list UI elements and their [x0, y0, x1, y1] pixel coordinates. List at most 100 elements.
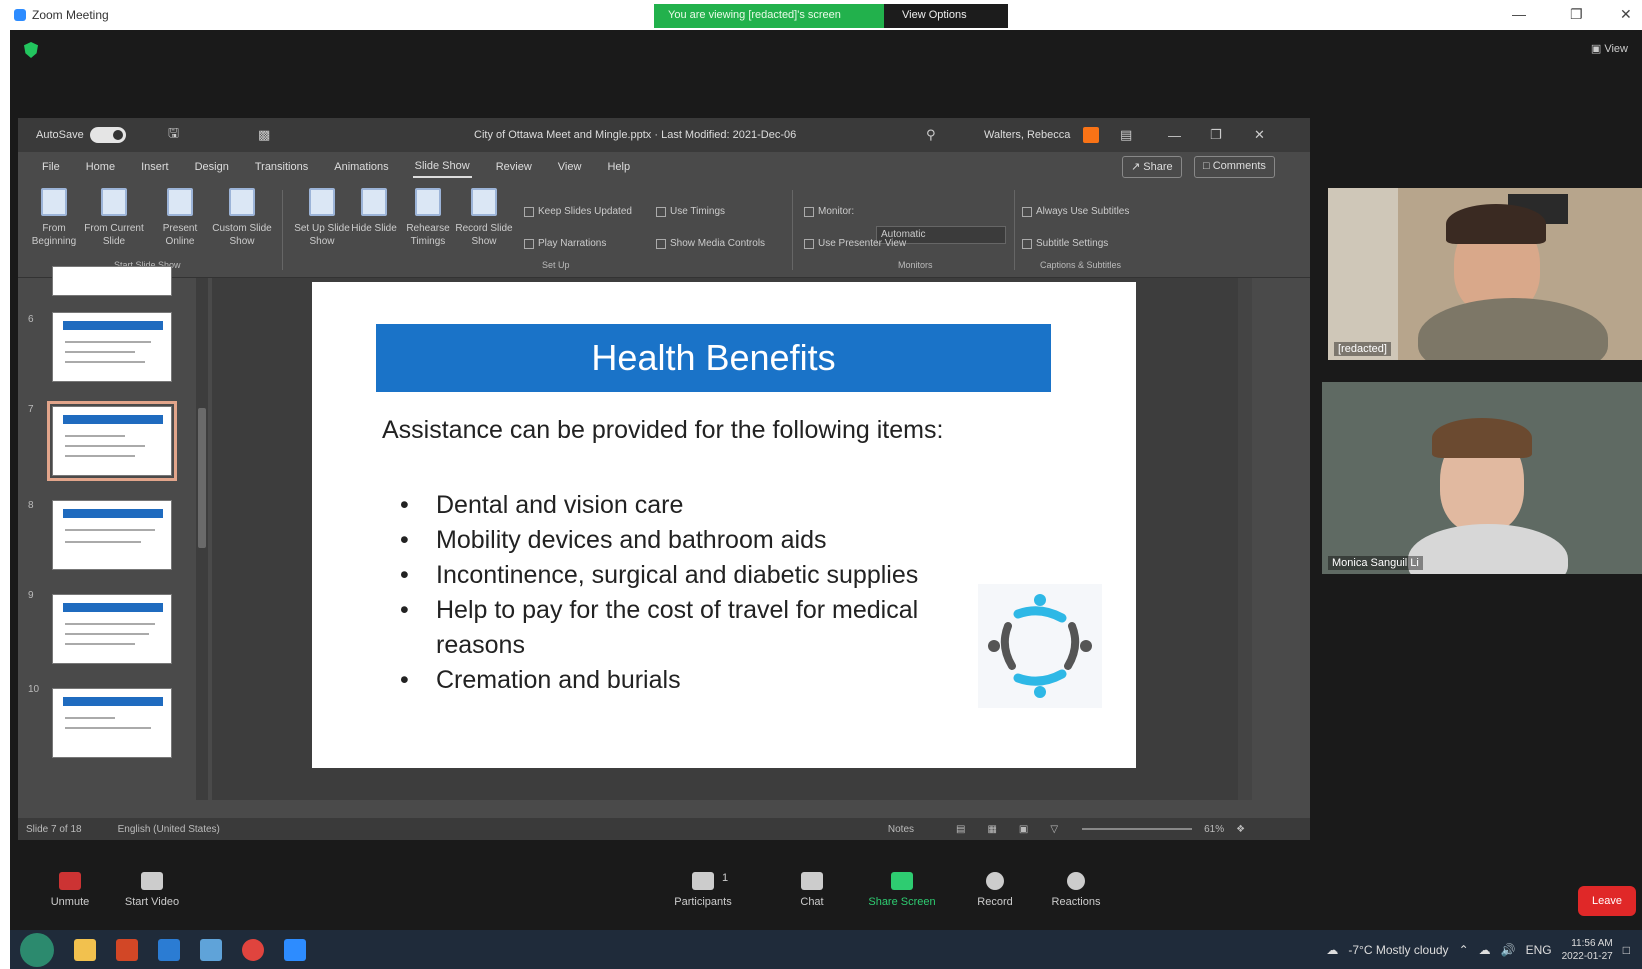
restore-icon[interactable]: ❐ — [1570, 6, 1583, 23]
avatar[interactable] — [1083, 127, 1099, 143]
view-button[interactable]: ▣ View — [1591, 42, 1628, 55]
clock-date: 2022-01-27 — [1561, 950, 1613, 962]
weather-status[interactable]: -7°C Mostly cloudy — [1348, 943, 1448, 957]
subtitle-settings-dropdown[interactable]: Subtitle Settings — [1022, 238, 1108, 249]
status-bar: Slide 7 of 18 English (United States) No… — [18, 818, 1310, 840]
zoom-slider[interactable] — [1082, 828, 1193, 830]
record-button[interactable]: Record — [970, 872, 1020, 908]
from-beginning-button[interactable]: From Beginning — [24, 188, 84, 248]
presenter-view-checkbox[interactable]: Use Presenter View — [804, 238, 906, 249]
subtitle-settings-label: Subtitle Settings — [1036, 238, 1109, 249]
start-video-button[interactable]: Start Video — [112, 872, 192, 908]
language-indicator[interactable]: ENG — [1526, 943, 1552, 957]
tab-insert[interactable]: Insert — [139, 157, 171, 177]
zoom-taskbar-icon[interactable] — [284, 938, 306, 961]
tab-transitions[interactable]: Transitions — [253, 157, 310, 177]
record-slide-show-button[interactable]: Record Slide Show — [454, 188, 514, 248]
participants-button[interactable]: Participants — [666, 872, 740, 908]
fit-slide-icon[interactable]: ❖ — [1236, 824, 1245, 835]
slide-thumbnail-selected[interactable] — [47, 401, 177, 481]
save-icon[interactable]: 🖫 — [168, 124, 179, 146]
reading-view-icon[interactable]: ▣ — [1019, 824, 1028, 835]
slide-thumbnail[interactable] — [52, 594, 172, 664]
play-narrations-checkbox[interactable]: Play Narrations — [524, 238, 606, 249]
keep-slides-updated-checkbox[interactable]: Keep Slides Updated — [524, 206, 632, 217]
participant-video[interactable]: Monica Sanguil Li — [1322, 382, 1642, 574]
from-current-slide-button[interactable]: From Current Slide — [84, 188, 144, 248]
outlook-icon[interactable] — [158, 938, 180, 961]
powerpoint-icon[interactable] — [116, 938, 138, 961]
scrollbar-thumb[interactable] — [198, 408, 206, 548]
user-name[interactable]: Walters, Rebecca — [984, 129, 1070, 141]
current-slide[interactable]: Health Benefits Assistance can be provid… — [312, 282, 1136, 768]
file-explorer-icon[interactable] — [74, 938, 96, 961]
slide-thumbnail[interactable] — [52, 312, 172, 382]
comments-button-label: Comments — [1212, 160, 1266, 172]
view-options-button[interactable]: View Options — [884, 4, 1008, 28]
people-circle-logo — [978, 584, 1102, 708]
tab-home[interactable]: Home — [84, 157, 117, 177]
language-status[interactable]: English (United States) — [118, 824, 220, 835]
notes-button[interactable]: Notes — [888, 824, 914, 835]
comments-button[interactable]: □ Comments — [1194, 156, 1275, 178]
always-use-subtitles-checkbox[interactable]: Always Use Subtitles — [1022, 206, 1129, 217]
ppt-minimize-icon[interactable]: — — [1168, 128, 1181, 143]
start-icon[interactable] — [20, 932, 54, 967]
thumbnail-text-line — [65, 541, 141, 543]
volume-icon[interactable]: 🔊 — [1501, 943, 1516, 957]
clock[interactable]: 11:56 AM 2022-01-27 — [1562, 937, 1613, 963]
checkbox-box — [656, 238, 666, 249]
network-icon[interactable]: ☁ — [1479, 943, 1491, 957]
tab-slide-show[interactable]: Slide Show — [412, 156, 472, 178]
tab-review[interactable]: Review — [494, 157, 534, 177]
slide-thumbnail[interactable] — [52, 688, 172, 758]
thumbnails-scrollbar[interactable] — [196, 278, 208, 800]
share-screen-button[interactable]: Share Screen — [862, 872, 942, 908]
slideshow-view-icon[interactable]: ▽ — [1050, 824, 1058, 835]
ppt-close-icon[interactable]: ✕ — [1254, 127, 1265, 143]
set-up-slide-show-button[interactable]: Set Up Slide Show — [292, 188, 352, 248]
slide-thumbnails-panel: 6 7 8 9 10 — [18, 266, 212, 800]
normal-view-icon[interactable]: ▤ — [956, 824, 965, 835]
slide-thumbnail[interactable] — [52, 266, 172, 296]
participants-label: Participants — [674, 896, 732, 908]
ribbon-tabs: File Home Insert Design Transitions Anim… — [18, 152, 1310, 182]
hide-slide-button[interactable]: Hide Slide — [344, 188, 404, 235]
share-screen-icon — [891, 872, 913, 890]
leave-button[interactable]: Leave — [1578, 886, 1636, 916]
reactions-button[interactable]: Reactions — [1046, 872, 1106, 908]
chat-button[interactable]: Chat — [790, 872, 834, 908]
notifications-icon[interactable]: □ — [1623, 943, 1630, 957]
rehearse-timings-button[interactable]: Rehearse Timings — [398, 188, 458, 248]
present-icon[interactable]: ▩ — [258, 127, 270, 143]
checkbox-box — [524, 238, 534, 249]
document-name[interactable]: City of Ottawa Meet and Mingle.pptx · La… — [474, 129, 796, 141]
security-shield-icon[interactable] — [24, 42, 38, 58]
slide-scrollbar[interactable] — [1238, 278, 1252, 800]
unmute-button[interactable]: Unmute — [40, 872, 100, 908]
autosave-toggle[interactable] — [89, 127, 126, 143]
chevron-up-icon[interactable]: ⌃ — [1459, 943, 1469, 957]
participant-video[interactable]: [redacted] — [1328, 188, 1642, 360]
tab-help[interactable]: Help — [605, 157, 632, 177]
share-button[interactable]: ↗ Share — [1122, 156, 1182, 178]
present-online-button[interactable]: Present Online — [150, 188, 210, 248]
slide-thumbnail[interactable] — [52, 500, 172, 570]
ppt-restore-icon[interactable]: ❐ — [1210, 127, 1222, 143]
close-icon[interactable]: ✕ — [1620, 6, 1632, 23]
show-media-controls-checkbox[interactable]: Show Media Controls — [656, 238, 765, 249]
thumbnail-title-bar — [63, 509, 163, 518]
search-icon[interactable]: ⚲ — [926, 127, 936, 143]
minimize-icon[interactable]: — — [1512, 6, 1526, 22]
tab-animations[interactable]: Animations — [332, 157, 390, 177]
custom-slide-show-button[interactable]: Custom Slide Show — [212, 188, 272, 248]
tab-design[interactable]: Design — [193, 157, 231, 177]
tab-file[interactable]: File — [40, 157, 62, 177]
tab-view[interactable]: View — [556, 157, 584, 177]
zoom-level[interactable]: 61% — [1204, 824, 1224, 835]
ribbon-display-icon[interactable]: ▤ — [1120, 127, 1132, 143]
slide-sorter-icon[interactable]: ▦ — [987, 824, 996, 835]
use-timings-checkbox[interactable]: Use Timings — [656, 206, 725, 217]
app-icon[interactable] — [200, 938, 222, 961]
chrome-icon[interactable] — [242, 938, 264, 961]
